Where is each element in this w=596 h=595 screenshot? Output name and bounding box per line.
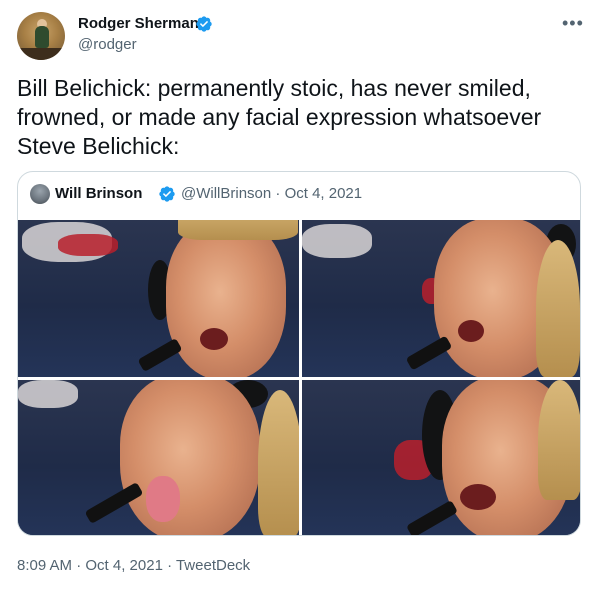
tweet-card: Rodger Sherman @rodger ••• Bill Belichic… [0,0,596,595]
photo-face [120,380,260,535]
photo-detail [18,380,78,408]
quoted-author-avatar [30,184,50,204]
media-photo-1[interactable] [18,220,299,377]
tweet-text-line: Steve Belichick: [17,133,180,159]
tweet-footer-meta[interactable]: 8:09 AM · Oct 4, 2021 · TweetDeck [17,556,250,576]
tweet-text: Bill Belichick: permanently stoic, has n… [17,74,577,161]
quoted-tweet[interactable]: Will Brinson @WillBrinson · Oct 4, 2021 [17,171,581,536]
media-grid [18,220,580,535]
verified-badge-icon [196,16,212,32]
avatar-floor [17,48,65,60]
photo-hair [178,220,298,240]
photo-mouth [460,484,496,510]
avatar-figure-body [35,26,49,48]
quoted-author-name: Will Brinson [55,185,143,202]
quoted-meta: @WillBrinson · Oct 4, 2021 [181,185,363,202]
more-options-icon[interactable]: ••• [562,14,584,32]
photo-hair [258,390,299,535]
photo-tongue [146,476,180,522]
author-name[interactable]: Rodger Sherman [78,14,199,34]
photo-face [166,220,286,377]
tweet-text-line: frowned, or made any facial expression w… [17,104,542,130]
photo-hair [536,240,580,377]
tweet-text-line: Bill Belichick: permanently stoic, has n… [17,75,531,101]
media-photo-2[interactable] [302,220,580,377]
media-photo-3[interactable] [18,380,299,535]
author-handle[interactable]: @rodger [78,35,137,55]
photo-detail [302,224,372,258]
photo-hair [538,380,580,500]
author-avatar[interactable] [17,12,65,60]
photo-mouth [200,328,228,350]
photo-mouth [458,320,484,342]
photo-detail [58,234,118,256]
verified-badge-icon [159,186,175,202]
media-photo-4[interactable] [302,380,580,535]
